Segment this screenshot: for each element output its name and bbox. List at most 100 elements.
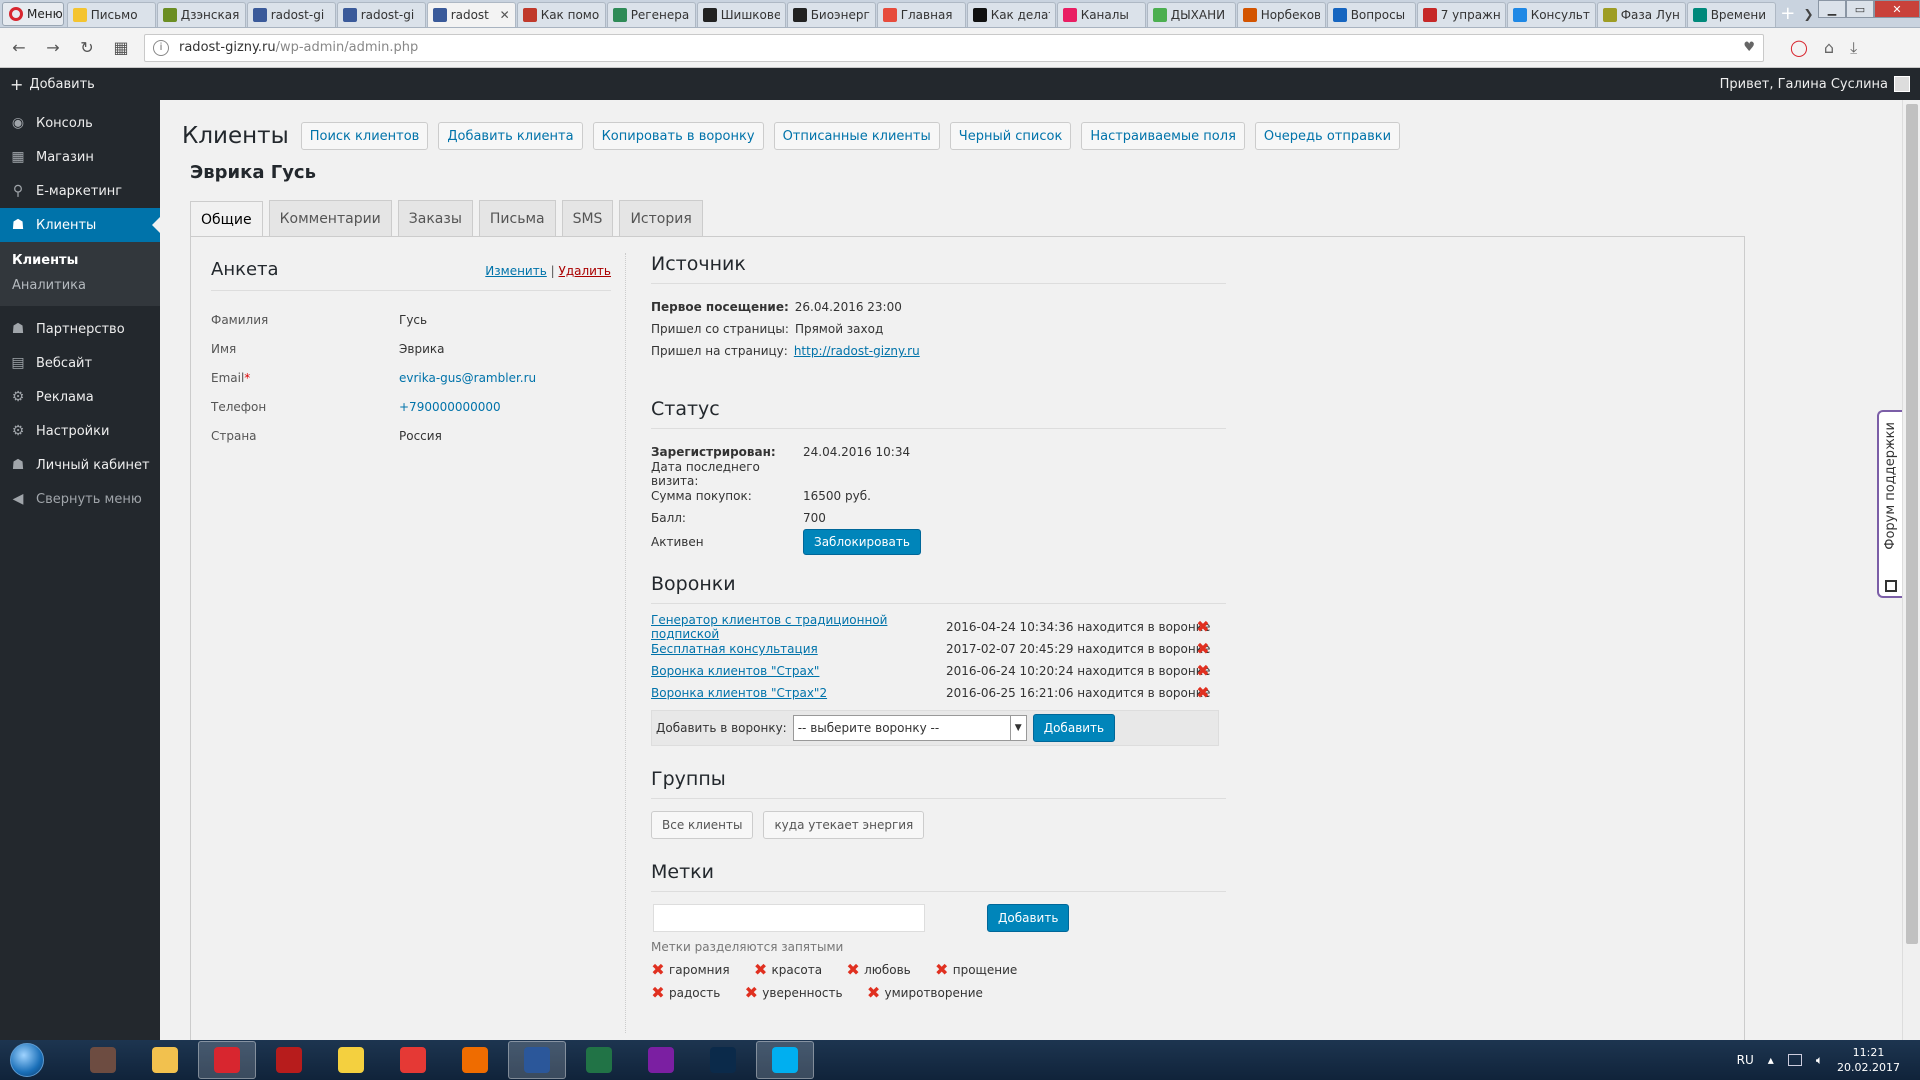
support-forum-tab[interactable]: Форум поддержки xyxy=(1877,410,1902,598)
taskbar-app[interactable] xyxy=(570,1041,628,1079)
funnel-link[interactable]: Воронка клиентов "Страх"2 xyxy=(651,686,827,700)
field-value[interactable]: evrika-gus@rambler.ru xyxy=(399,371,536,385)
back-arrow-icon[interactable]: ← xyxy=(8,38,30,57)
taskbar-app[interactable] xyxy=(632,1041,690,1079)
taskbar-app[interactable] xyxy=(136,1041,194,1079)
taskbar-app[interactable] xyxy=(694,1041,752,1079)
adminbar-account[interactable]: Привет, Галина Суслина xyxy=(1720,76,1910,92)
header-button[interactable]: Отписанные клиенты xyxy=(773,122,940,150)
download-icon[interactable]: ⤓ xyxy=(1850,38,1857,58)
bookmark-heart-icon[interactable]: ♥ xyxy=(1743,40,1755,55)
minimize-button[interactable]: ▁ xyxy=(1818,0,1846,18)
header-button[interactable]: Добавить клиента xyxy=(438,122,583,150)
browser-tab[interactable]: Регенера xyxy=(606,2,696,27)
remove-tag-icon[interactable]: ✖ xyxy=(744,984,758,1000)
add-tag-button[interactable]: Добавить xyxy=(987,904,1070,932)
taskbar-app[interactable] xyxy=(322,1041,380,1079)
sidebar-item[interactable]: ▦ Магазин xyxy=(0,140,160,174)
browser-tab[interactable]: ДЫХАНИ xyxy=(1146,2,1236,27)
taskbar-app[interactable] xyxy=(446,1041,504,1079)
header-button[interactable]: Поиск клиентов xyxy=(300,122,429,150)
client-tab[interactable]: Комментарии xyxy=(268,200,392,236)
remove-funnel-icon[interactable]: ✖ xyxy=(1196,641,1210,657)
taskbar-app[interactable] xyxy=(508,1041,566,1079)
remove-tag-icon[interactable]: ✖ xyxy=(935,961,949,977)
browser-tab[interactable]: Биоэнерг xyxy=(786,2,876,27)
sidebar-item[interactable]: ⚲ E-маркетинг xyxy=(0,174,160,208)
browser-tab[interactable]: radost ✕ xyxy=(426,2,516,27)
client-tab[interactable]: История xyxy=(619,200,703,236)
tag-input[interactable] xyxy=(653,904,925,932)
browser-tab[interactable]: Фаза Лун xyxy=(1596,2,1686,27)
start-button[interactable] xyxy=(4,1041,50,1079)
scrollbar-thumb[interactable] xyxy=(1906,104,1918,944)
browser-tab[interactable]: Вопросы xyxy=(1326,2,1416,27)
browser-tab[interactable]: Норбеков xyxy=(1236,2,1326,27)
tab-list-arrow-icon[interactable]: ❯ xyxy=(1799,7,1818,21)
remove-tag-icon[interactable]: ✖ xyxy=(651,984,665,1000)
submenu-item-clients[interactable]: Клиенты xyxy=(0,248,160,273)
page-scrollbar[interactable] xyxy=(1902,100,1920,1040)
sidebar-item[interactable]: ☗ Клиенты xyxy=(0,208,160,242)
collapse-menu-button[interactable]: ◀ Свернуть меню xyxy=(0,482,160,516)
close-window-button[interactable]: ✕ xyxy=(1874,0,1920,18)
network-icon[interactable] xyxy=(1787,1054,1802,1066)
browser-tab[interactable]: Времени xyxy=(1686,2,1776,27)
funnel-link[interactable]: Бесплатная консультация xyxy=(651,642,818,656)
tab-close-icon[interactable]: ✕ xyxy=(500,8,510,22)
sidebar-item[interactable]: ☗ Личный кабинет xyxy=(0,448,160,482)
speed-dial-icon[interactable]: ▦ xyxy=(110,38,132,57)
group-all-clients[interactable]: Все клиенты xyxy=(651,811,754,839)
remove-tag-icon[interactable]: ✖ xyxy=(651,961,665,977)
browser-tab[interactable]: Главная xyxy=(876,2,966,27)
remove-funnel-icon[interactable]: ✖ xyxy=(1196,619,1210,635)
clock[interactable]: 11:21 20.02.2017 xyxy=(1837,1045,1900,1075)
opera-menu-button[interactable]: Меню xyxy=(2,1,64,26)
remove-funnel-icon[interactable]: ✖ xyxy=(1196,685,1210,701)
delete-profile-link[interactable]: Удалить xyxy=(559,264,612,278)
client-tab[interactable]: Общие xyxy=(190,201,263,237)
header-button[interactable]: Копировать в воронку xyxy=(592,122,764,150)
browser-tab[interactable]: Консульт xyxy=(1506,2,1596,27)
browser-tab[interactable]: Каналы xyxy=(1056,2,1146,27)
taskbar-app[interactable] xyxy=(260,1041,318,1079)
group-energy-leak[interactable]: куда утекает энергия xyxy=(763,811,925,839)
browser-tab[interactable]: radost-gi xyxy=(336,2,426,27)
edit-profile-link[interactable]: Изменить xyxy=(485,264,547,278)
browser-tab[interactable]: Шишкове xyxy=(696,2,786,27)
forward-arrow-icon[interactable]: → xyxy=(42,38,64,57)
client-tab[interactable]: Заказы xyxy=(397,200,473,236)
browser-tab[interactable]: 7 упражн xyxy=(1416,2,1506,27)
funnel-link[interactable]: Воронка клиентов "Страх" xyxy=(651,664,819,678)
sidebar-item[interactable]: ▤ Вебсайт xyxy=(0,346,160,380)
browser-tab[interactable]: Письмо xyxy=(66,2,156,27)
header-button[interactable]: Черный список xyxy=(949,122,1072,150)
tray-expand-icon[interactable]: ▴ xyxy=(1768,1053,1774,1067)
add-to-funnel-button[interactable]: Добавить xyxy=(1032,714,1116,742)
remove-funnel-icon[interactable]: ✖ xyxy=(1196,663,1210,679)
site-info-icon[interactable]: i xyxy=(153,39,169,56)
vpn-icon[interactable]: ⌂ xyxy=(1824,38,1834,58)
opera-extension-icon[interactable]: ◯ xyxy=(1790,38,1808,58)
remove-tag-icon[interactable]: ✖ xyxy=(846,961,860,977)
adminbar-add-link[interactable]: Добавить xyxy=(29,77,94,92)
language-indicator[interactable]: RU xyxy=(1737,1053,1754,1067)
sidebar-item[interactable]: ◉ Консоль xyxy=(0,106,160,140)
url-field[interactable]: i radost-gizny.ru/wp-admin/admin.php ♥ xyxy=(144,33,1764,62)
header-button[interactable]: Настраиваемые поля xyxy=(1081,122,1245,150)
submenu-item-analytics[interactable]: Аналитика xyxy=(0,273,160,298)
taskbar-app[interactable] xyxy=(756,1041,814,1079)
sidebar-item[interactable]: ⚙ Настройки xyxy=(0,414,160,448)
browser-tab[interactable]: Дзэнская xyxy=(156,2,246,27)
client-tab[interactable]: Письма xyxy=(478,200,556,236)
browser-tab[interactable]: radost-gi xyxy=(246,2,336,27)
funnel-select[interactable]: -- выберите воронку -- ▼ xyxy=(792,715,1027,741)
field-value[interactable]: +790000000000 xyxy=(399,400,501,414)
funnel-link[interactable]: Генератор клиентов с традиционной подпис… xyxy=(651,613,887,641)
taskbar-app[interactable] xyxy=(384,1041,442,1079)
volume-icon[interactable]: 🔈︎ xyxy=(1816,1053,1823,1068)
block-button[interactable]: Заблокировать xyxy=(803,529,921,555)
sidebar-item[interactable]: ⚙ Реклама xyxy=(0,380,160,414)
landing-page-link[interactable]: http://radost-gizny.ru xyxy=(794,344,920,358)
new-tab-button[interactable]: + xyxy=(1777,3,1799,24)
